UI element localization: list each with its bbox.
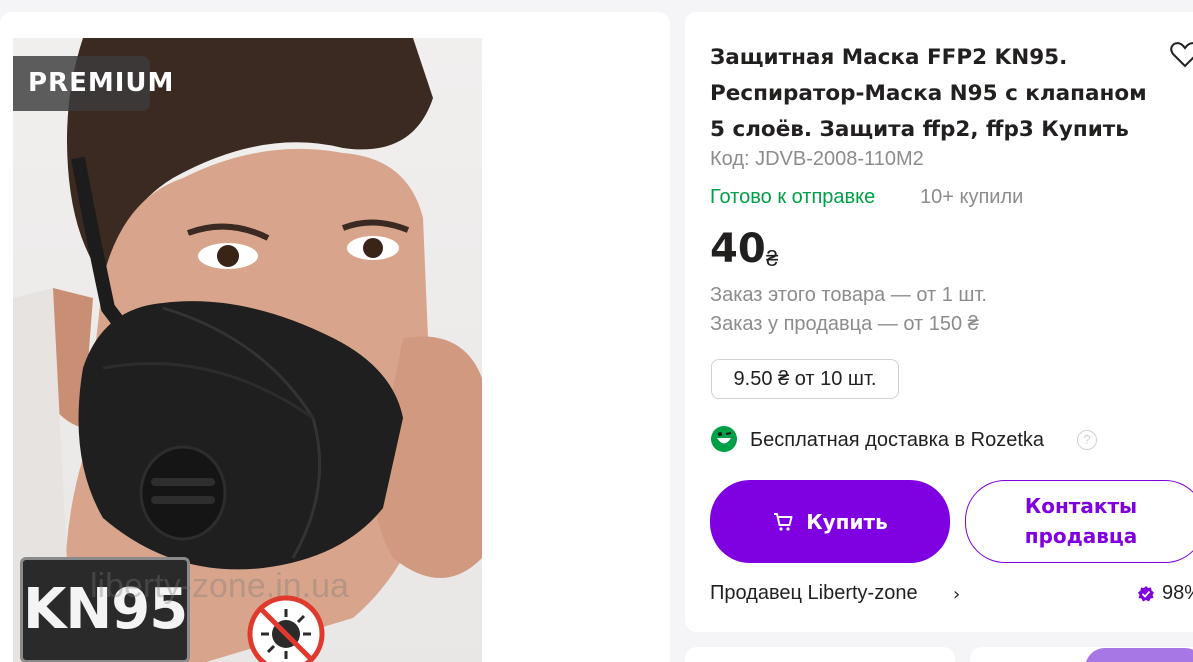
bottom-card-left — [685, 647, 955, 662]
bought-count: 10+ купили — [920, 186, 1024, 208]
cart-icon — [774, 512, 793, 531]
seller-rating: 98% — [1162, 582, 1193, 604]
product-code: Код: JDVB-2008-110M2 — [710, 148, 924, 170]
product-title: Защитная Маска FFP2 KN95. Респиратор-Мас… — [710, 45, 1147, 142]
buy-button[interactable]: Купить — [710, 480, 950, 563]
chevron-right-icon[interactable]: › — [953, 584, 960, 605]
free-delivery-text: Бесплатная доставка в Rozetka — [750, 429, 1045, 451]
contact-seller-button[interactable]: Контакты продавца — [965, 480, 1193, 563]
bottom-purple-button[interactable] — [1085, 648, 1193, 662]
seller-link[interactable]: Продавец Liberty-zone — [710, 582, 918, 605]
contact-label-line1: Контакты — [1024, 494, 1138, 518]
product-gallery: PREMIUM KN95 liberty-zone.in.ua — [0, 12, 670, 662]
verified-badge-icon — [1138, 586, 1154, 602]
availability-status: Готово к отправке — [710, 186, 876, 208]
min-order-item: Заказ этого товара — от 1 шт. — [710, 284, 987, 306]
no-virus-icon — [247, 595, 325, 662]
help-icon[interactable]: ? — [1077, 430, 1097, 450]
heart-icon[interactable] — [1170, 42, 1193, 68]
wholesale-price-chip[interactable]: 9.50 ₴ от 10 шт. — [711, 359, 899, 399]
min-order-seller: Заказ у продавца — от 150 ₴ — [710, 313, 979, 335]
price-value: 40 — [710, 226, 766, 272]
contact-label-line2: продавца — [1024, 524, 1138, 548]
price-currency: ₴ — [766, 246, 779, 271]
product-info-card: Защитная Маска FFP2 KN95. Респиратор-Мас… — [685, 12, 1193, 632]
buy-button-label: Купить — [806, 509, 888, 534]
smile-delivery-icon — [711, 426, 737, 452]
premium-badge: PREMIUM — [13, 56, 173, 111]
